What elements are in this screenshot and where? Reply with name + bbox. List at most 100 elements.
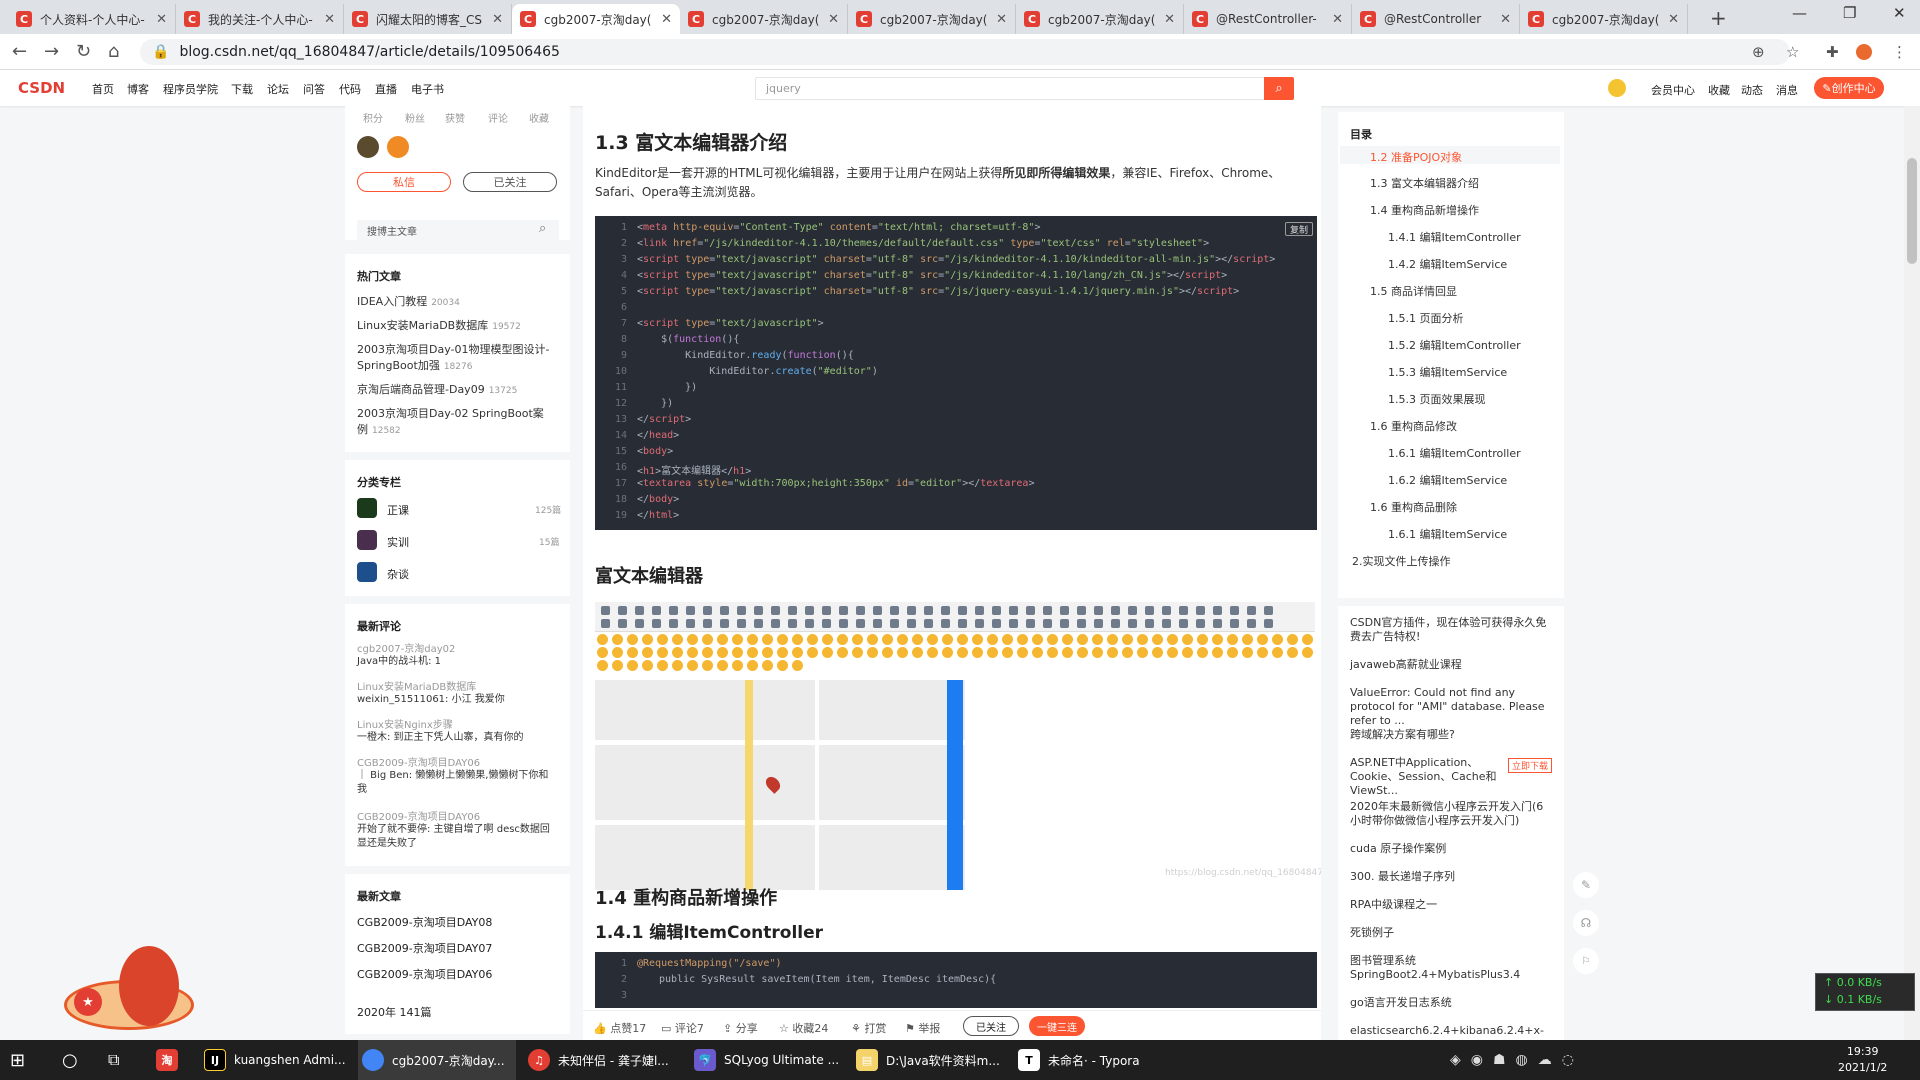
recommend-item[interactable]: 死锁例子 bbox=[1350, 926, 1550, 940]
search-input[interactable]: jquery bbox=[755, 77, 1265, 100]
system-clock[interactable]: 19:39 2021/1/2 bbox=[1838, 1044, 1887, 1076]
page-scrollbar[interactable] bbox=[1904, 106, 1920, 1040]
nav-live[interactable]: 直播 bbox=[375, 81, 397, 97]
close-icon[interactable]: ✕ bbox=[1164, 12, 1175, 27]
cortana-search-icon[interactable]: ○ bbox=[58, 1040, 78, 1080]
toc-item[interactable]: 1.5.1 页面分析 bbox=[1388, 310, 1464, 326]
tab-blog[interactable]: C 闪耀太阳的博客_CS ✕ bbox=[344, 4, 512, 34]
recommend-item[interactable]: 跨域解决方案有哪些? bbox=[1350, 728, 1550, 742]
category-name[interactable]: 杂谈 bbox=[387, 566, 409, 582]
recommend-item[interactable]: ASP.NET中Application、Cookie、Session、Cache… bbox=[1350, 756, 1505, 798]
reload-icon[interactable]: ↻ bbox=[76, 41, 91, 62]
forward-icon[interactable]: → bbox=[44, 41, 59, 62]
close-icon[interactable]: ✕ bbox=[324, 12, 335, 27]
recommend-item[interactable]: cuda 原子操作案例 bbox=[1350, 842, 1550, 856]
bookmark-star-icon[interactable]: ☆ bbox=[1786, 43, 1799, 61]
taskbar-item-typora[interactable]: T 未命名· - Typora bbox=[1014, 1040, 1164, 1080]
extensions-icon[interactable]: ✚ bbox=[1826, 43, 1839, 61]
hot-article-item[interactable]: 京淘后端商品管理-Day09 13725 bbox=[357, 382, 552, 399]
toc-item[interactable]: 1.3 富文本编辑器介绍 bbox=[1370, 175, 1479, 191]
close-icon[interactable]: ✕ bbox=[996, 12, 1007, 27]
home-icon[interactable]: ⌂ bbox=[108, 41, 119, 62]
tab-cgb2007[interactable]: Ccgb2007-京淘day(✕ bbox=[680, 4, 848, 34]
recommend-item[interactable]: 2020年末最新微信小程序云开发入门(6小时带你做微信小程序云开发入门) bbox=[1350, 800, 1550, 828]
user-avatar[interactable] bbox=[1608, 79, 1626, 97]
tab-my-follows[interactable]: C 我的关注-个人中心- ✕ bbox=[176, 4, 344, 34]
archive-item[interactable]: 2020年 141篇 bbox=[357, 1004, 432, 1020]
tab-cgb2007-active[interactable]: Ccgb2007-京淘day(✕ bbox=[512, 4, 680, 34]
taskbar-item-idea[interactable]: IJ kuangshen Admi... bbox=[200, 1040, 350, 1080]
csdn-logo[interactable]: CSDN bbox=[18, 79, 65, 97]
private-message-button[interactable]: 私信 bbox=[357, 172, 451, 192]
close-window-icon[interactable]: ✕ bbox=[1893, 4, 1906, 22]
comment-article[interactable]: CGB2009-京淘项目DAY06 bbox=[357, 754, 557, 769]
toc-item[interactable]: 1.5.3 编辑ItemService bbox=[1388, 364, 1507, 380]
copy-button[interactable]: 复制 bbox=[1285, 222, 1313, 236]
close-icon[interactable]: ✕ bbox=[1332, 12, 1343, 27]
toc-item[interactable]: 1.5.2 编辑ItemController bbox=[1388, 337, 1521, 353]
hot-article-item[interactable]: 2003京淘项目Day-02 SpringBoot案例 12582 bbox=[357, 406, 552, 439]
nav-forum[interactable]: 论坛 bbox=[267, 81, 289, 97]
search-icon[interactable]: ⌕ bbox=[539, 221, 546, 236]
tab-cgb2007[interactable]: Ccgb2007-京淘day(✕ bbox=[1520, 4, 1688, 34]
new-tab-icon[interactable]: + bbox=[1710, 6, 1727, 30]
hot-article-item[interactable]: 2003京淘项目Day-01物理模型图设计-SpringBoot加强 18276 bbox=[357, 342, 552, 375]
toc-item[interactable]: 1.6.1 编辑ItemController bbox=[1388, 445, 1521, 461]
tab-cgb2007[interactable]: Ccgb2007-京淘day(✕ bbox=[848, 4, 1016, 34]
close-icon[interactable]: ✕ bbox=[828, 12, 839, 27]
close-icon[interactable]: ✕ bbox=[492, 12, 503, 27]
favorite-button[interactable]: ☆ 收藏24 bbox=[779, 1020, 828, 1036]
recommend-item[interactable]: javaweb高薪就业课程 bbox=[1350, 658, 1550, 672]
menu-icon[interactable]: ⋮ bbox=[1892, 43, 1907, 61]
tab-restcontroller[interactable]: C @RestController- ✕ bbox=[1184, 4, 1352, 34]
recommend-item[interactable]: go语言开发日志系统 bbox=[1350, 996, 1550, 1010]
latest-article-item[interactable]: CGB2009-京淘项目DAY07 bbox=[357, 940, 492, 956]
like-button[interactable]: 👍 点赞17 bbox=[593, 1020, 646, 1036]
reward-button[interactable]: ⚘ 打赏 bbox=[851, 1020, 886, 1036]
close-icon[interactable]: ✕ bbox=[661, 12, 672, 27]
recommend-item[interactable]: 图书管理系统SpringBoot2.4+MybatisPlus3.4 bbox=[1350, 954, 1550, 982]
triple-action-button[interactable]: 一键三连 bbox=[1029, 1016, 1085, 1036]
maximize-icon[interactable]: ❐ bbox=[1843, 4, 1856, 22]
favorites-link[interactable]: 收藏 bbox=[1708, 82, 1730, 98]
feedback-icon[interactable]: ⚐ bbox=[1573, 948, 1599, 974]
back-icon[interactable]: ← bbox=[12, 41, 27, 62]
hot-article-item[interactable]: Linux安装MariaDB数据库 19572 bbox=[357, 318, 552, 335]
nav-download[interactable]: 下载 bbox=[231, 81, 253, 97]
nav-blog[interactable]: 博客 bbox=[127, 81, 149, 97]
latest-article-item[interactable]: CGB2009-京淘项目DAY06 bbox=[357, 966, 492, 982]
edit-icon[interactable]: ✎ bbox=[1573, 872, 1599, 898]
create-center-button[interactable]: ✎ 创作中心 bbox=[1814, 77, 1884, 99]
zoom-icon[interactable]: ⊕ bbox=[1752, 43, 1765, 61]
toc-item[interactable]: 1.2 准备POJO对象 bbox=[1370, 149, 1462, 165]
toc-item[interactable]: 1.4.2 编辑ItemService bbox=[1388, 256, 1507, 272]
recommend-item[interactable]: ValueError: Could not find any protocol … bbox=[1350, 686, 1550, 728]
download-badge[interactable]: 立即下载 bbox=[1508, 758, 1553, 773]
taskbar-item-chrome[interactable]: cgb2007-京淘day... bbox=[358, 1040, 516, 1080]
latest-article-item[interactable]: CGB2009-京淘项目DAY08 bbox=[357, 914, 492, 930]
scrollbar-thumb[interactable] bbox=[1907, 158, 1917, 264]
toc-item[interactable]: 1.6 重构商品删除 bbox=[1370, 499, 1457, 515]
toc-item[interactable]: 2.实现文件上传操作 bbox=[1352, 553, 1451, 569]
close-icon[interactable]: ✕ bbox=[156, 12, 167, 27]
report-button[interactable]: ⚑ 举报 bbox=[905, 1020, 940, 1036]
tab-personal-profile[interactable]: C 个人资料-个人中心- ✕ bbox=[8, 4, 176, 34]
category-name[interactable]: 实训 bbox=[387, 534, 409, 550]
windows-start-icon[interactable]: ⊞ bbox=[6, 1040, 25, 1080]
system-tray-icons[interactable]: ◈◉☗◍☁◌ bbox=[1450, 1052, 1584, 1068]
blog-search-input[interactable]: 搜博主文章 bbox=[357, 220, 559, 240]
comment-article[interactable]: Linux安装Nginx步骤 bbox=[357, 716, 557, 731]
profile-avatar[interactable] bbox=[1856, 44, 1872, 60]
taskbar-item-explorer[interactable]: ▤ D:\Java软件资料m... bbox=[852, 1040, 1010, 1080]
toc-item[interactable]: 1.6.1 编辑ItemService bbox=[1388, 526, 1507, 542]
recommend-item[interactable]: CSDN官方插件，现在体验可获得永久免费去广告特权! bbox=[1350, 616, 1550, 644]
comment-article[interactable]: Linux安装MariaDB数据库 bbox=[357, 678, 557, 693]
nav-code[interactable]: 代码 bbox=[339, 81, 361, 97]
toc-item[interactable]: 1.5.3 页面效果展现 bbox=[1388, 391, 1486, 407]
nav-home[interactable]: 首页 bbox=[92, 81, 114, 97]
close-icon[interactable]: ✕ bbox=[1500, 12, 1511, 27]
minimize-icon[interactable]: — bbox=[1792, 4, 1807, 22]
url-field[interactable]: 🔒 blog.csdn.net/qq_16804847/article/detai… bbox=[140, 39, 1790, 65]
vip-center-link[interactable]: 会员中心 bbox=[1651, 82, 1695, 98]
toc-item[interactable]: 1.6.2 编辑ItemService bbox=[1388, 472, 1507, 488]
